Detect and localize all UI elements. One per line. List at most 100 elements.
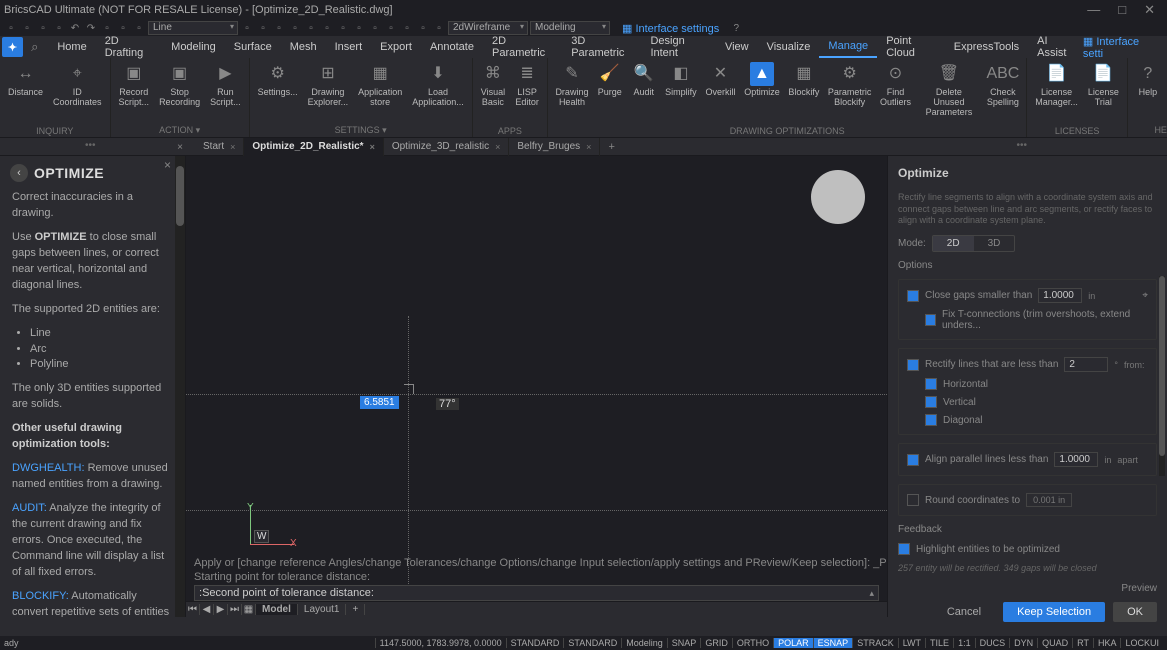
new-tab-button[interactable]: + <box>600 141 622 153</box>
status-toggle-lwt[interactable]: LWT <box>898 638 925 648</box>
drawing-canvas[interactable]: 6.5851 77° YX W Apply or [change referen… <box>186 156 887 617</box>
open-icon[interactable]: ▫ <box>20 21 34 35</box>
tab-close-icon[interactable]: × <box>586 142 591 152</box>
maximize-icon[interactable]: □ <box>1118 2 1126 18</box>
layout-tab[interactable]: Layout1 <box>298 604 347 615</box>
qat-icon[interactable]: ▫ <box>100 21 114 35</box>
status-toggle-polar[interactable]: POLAR <box>773 638 813 648</box>
ribbon-load-button[interactable]: ⬇LoadApplication... <box>408 60 468 124</box>
qat-icon[interactable]: ▫ <box>416 21 430 35</box>
keep-selection-button[interactable]: Keep Selection <box>1003 602 1105 622</box>
ribbon-check-button[interactable]: ABCCheckSpelling <box>984 60 1023 125</box>
qat-icon[interactable]: ▫ <box>400 21 414 35</box>
status-cell[interactable]: STANDARD <box>563 638 621 648</box>
qat-icon[interactable]: ▫ <box>384 21 398 35</box>
ribbon-delete-unused-button[interactable]: 🗑Delete UnusedParameters <box>916 60 981 125</box>
tab-close-icon[interactable]: × <box>370 142 375 152</box>
ribbon-blockify-button[interactable]: ▦Blockify <box>785 60 823 125</box>
menu-insert[interactable]: Insert <box>326 36 372 58</box>
horizontal-checkbox[interactable] <box>925 378 937 390</box>
ribbon-license-button[interactable]: 📄LicenseManager... <box>1031 60 1082 125</box>
status-cell[interactable]: STANDARD <box>506 638 564 648</box>
close-gaps-checkbox[interactable] <box>907 290 919 302</box>
linetype-combo[interactable]: Line <box>148 21 238 35</box>
list-icon[interactable]: ▦ <box>242 604 256 615</box>
menu-view[interactable]: View <box>716 36 758 58</box>
cancel-button[interactable]: Cancel <box>933 602 995 622</box>
print-icon[interactable]: ▫ <box>52 21 66 35</box>
add-layout-button[interactable]: + <box>346 604 365 615</box>
status-toggle-snap[interactable]: SNAP <box>667 638 701 648</box>
visual-style-combo[interactable]: 2dWireframe <box>448 21 528 35</box>
ribbon-audit-button[interactable]: 🔍Audit <box>628 60 660 125</box>
status-toggle-rt[interactable]: RT <box>1072 638 1093 648</box>
prev-icon[interactable]: ◀ <box>200 604 214 615</box>
new-icon[interactable]: ▫ <box>4 21 18 35</box>
status-cell[interactable]: Modeling <box>621 638 667 648</box>
status-toggle-ducs[interactable]: DUCS <box>975 638 1010 648</box>
align-input[interactable] <box>1054 452 1098 467</box>
minimize-icon[interactable]: — <box>1087 2 1100 18</box>
status-toggle-hka[interactable]: HKA <box>1093 638 1121 648</box>
status-toggle-lockui[interactable]: LOCKUI <box>1120 638 1163 648</box>
qat-icon[interactable]: ▫ <box>256 21 270 35</box>
workspace-combo[interactable]: Modeling <box>530 21 610 35</box>
status-toggle-1:1[interactable]: 1:1 <box>953 638 975 648</box>
command-input[interactable]: :Second point of tolerance distance:▴ <box>194 585 879 601</box>
ribbon-help-button[interactable]: ?Help <box>1132 60 1164 124</box>
doc-tab[interactable]: Start× <box>195 138 244 156</box>
highlight-checkbox[interactable] <box>898 543 910 555</box>
view-compass-icon[interactable] <box>811 170 865 224</box>
model-tab[interactable]: Model <box>256 604 298 615</box>
doc-tab[interactable]: Optimize_2D_Realistic*× <box>244 138 383 156</box>
undo-icon[interactable]: ↶ <box>68 21 82 35</box>
pick-icon[interactable]: ⌖ <box>1142 290 1148 301</box>
vertical-checkbox[interactable] <box>925 396 937 408</box>
ribbon-find-button[interactable]: ⊙FindOutliers <box>877 60 915 125</box>
status-toggle-dyn[interactable]: DYN <box>1009 638 1037 648</box>
close-gaps-input[interactable] <box>1038 288 1082 303</box>
doc-tab[interactable]: Optimize_3D_realistic× <box>384 138 510 156</box>
round-checkbox[interactable] <box>907 494 919 506</box>
qat-icon[interactable]: ▫ <box>368 21 382 35</box>
ribbon-drawing-button[interactable]: ⊞DrawingExplorer... <box>304 60 353 124</box>
diagonal-checkbox[interactable] <box>925 414 937 426</box>
menu-annotate[interactable]: Annotate <box>421 36 483 58</box>
qat-icon[interactable]: ▫ <box>240 21 254 35</box>
ribbon-license-button[interactable]: 📄LicenseTrial <box>1084 60 1123 125</box>
ribbon-distance-button[interactable]: ↔Distance <box>4 60 47 125</box>
status-toggle-grid[interactable]: GRID <box>700 638 732 648</box>
qat-icon[interactable]: ▫ <box>116 21 130 35</box>
qat-icon[interactable]: ▫ <box>272 21 286 35</box>
qat-icon[interactable]: ▫ <box>132 21 146 35</box>
next-icon[interactable]: ▶ <box>214 604 228 615</box>
status-toggle-esnap[interactable]: ESNAP <box>813 638 853 648</box>
interface-settings-button[interactable]: ▦ Interface setti <box>1083 35 1159 60</box>
last-icon[interactable]: ⏭ <box>228 604 242 615</box>
ribbon-simplify-button[interactable]: ◧Simplify <box>662 60 700 125</box>
menu-2d-parametric[interactable]: 2D Parametric <box>483 36 562 58</box>
menu-export[interactable]: Export <box>371 36 421 58</box>
expand-icon[interactable]: ▴ <box>869 588 874 599</box>
fix-t-checkbox[interactable] <box>925 314 936 326</box>
ribbon-settings--button[interactable]: ⚙Settings... <box>254 60 302 124</box>
scrollbar[interactable] <box>1159 276 1165 476</box>
menu-visualize[interactable]: Visualize <box>758 36 820 58</box>
qat-icon[interactable]: ▫ <box>288 21 302 35</box>
align-checkbox[interactable] <box>907 454 919 466</box>
rectify-input[interactable] <box>1064 357 1108 372</box>
menu-2d-drafting[interactable]: 2D Drafting <box>96 36 162 58</box>
menu-mesh[interactable]: Mesh <box>281 36 326 58</box>
qat-icon[interactable]: ▫ <box>352 21 366 35</box>
menu-design-intent[interactable]: Design Intent <box>641 36 715 58</box>
menu-point-cloud[interactable]: Point Cloud <box>877 36 945 58</box>
rectify-checkbox[interactable] <box>907 359 919 371</box>
qat-icon[interactable]: ▫ <box>336 21 350 35</box>
back-icon[interactable]: ‹ <box>10 164 28 182</box>
ribbon-drawing-button[interactable]: ✎DrawingHealth <box>552 60 592 125</box>
save-icon[interactable]: ▫ <box>36 21 50 35</box>
menu-expresstools[interactable]: ExpressTools <box>945 36 1028 58</box>
status-toggle-tile[interactable]: TILE <box>925 638 953 648</box>
ribbon-optimize-button[interactable]: ▲Optimize <box>741 60 783 125</box>
help-icon[interactable]: ? <box>729 21 743 35</box>
